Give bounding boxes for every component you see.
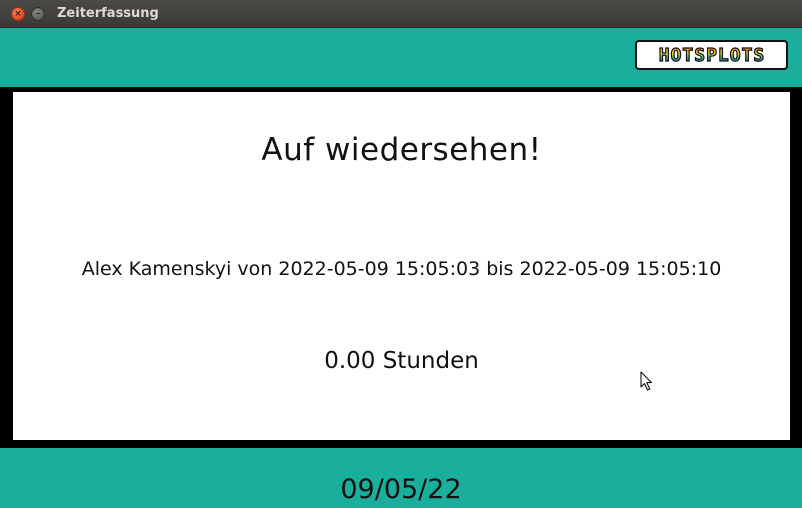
window-close-button[interactable]: × bbox=[11, 7, 25, 21]
footer-bar: 09/05/22 bbox=[0, 448, 802, 508]
current-date: 09/05/22 bbox=[340, 474, 462, 505]
hotsplots-logo-graphic: HOTSPLOTS bbox=[658, 45, 765, 65]
hotsplots-logo: HOTSPLOTS bbox=[635, 40, 788, 70]
mouse-pointer-icon bbox=[640, 371, 653, 391]
goodbye-heading: Auf wiedersehen! bbox=[261, 132, 542, 168]
svg-text:HOTSPLOTS: HOTSPLOTS bbox=[658, 45, 765, 65]
session-summary: Alex Kamenskyi von 2022-05-09 15:05:03 b… bbox=[81, 258, 722, 280]
hours-total: 0.00 Stunden bbox=[324, 348, 479, 374]
close-icon: × bbox=[14, 8, 22, 19]
main-panel: Auf wiedersehen! Alex Kamenskyi von 2022… bbox=[13, 92, 790, 440]
minimize-icon: – bbox=[35, 8, 41, 19]
window-titlebar: × – Zeiterfassung bbox=[0, 0, 802, 28]
window-minimize-button[interactable]: – bbox=[31, 7, 45, 21]
header-bar: HOTSPLOTS bbox=[0, 28, 802, 87]
window-title: Zeiterfassung bbox=[57, 6, 159, 21]
